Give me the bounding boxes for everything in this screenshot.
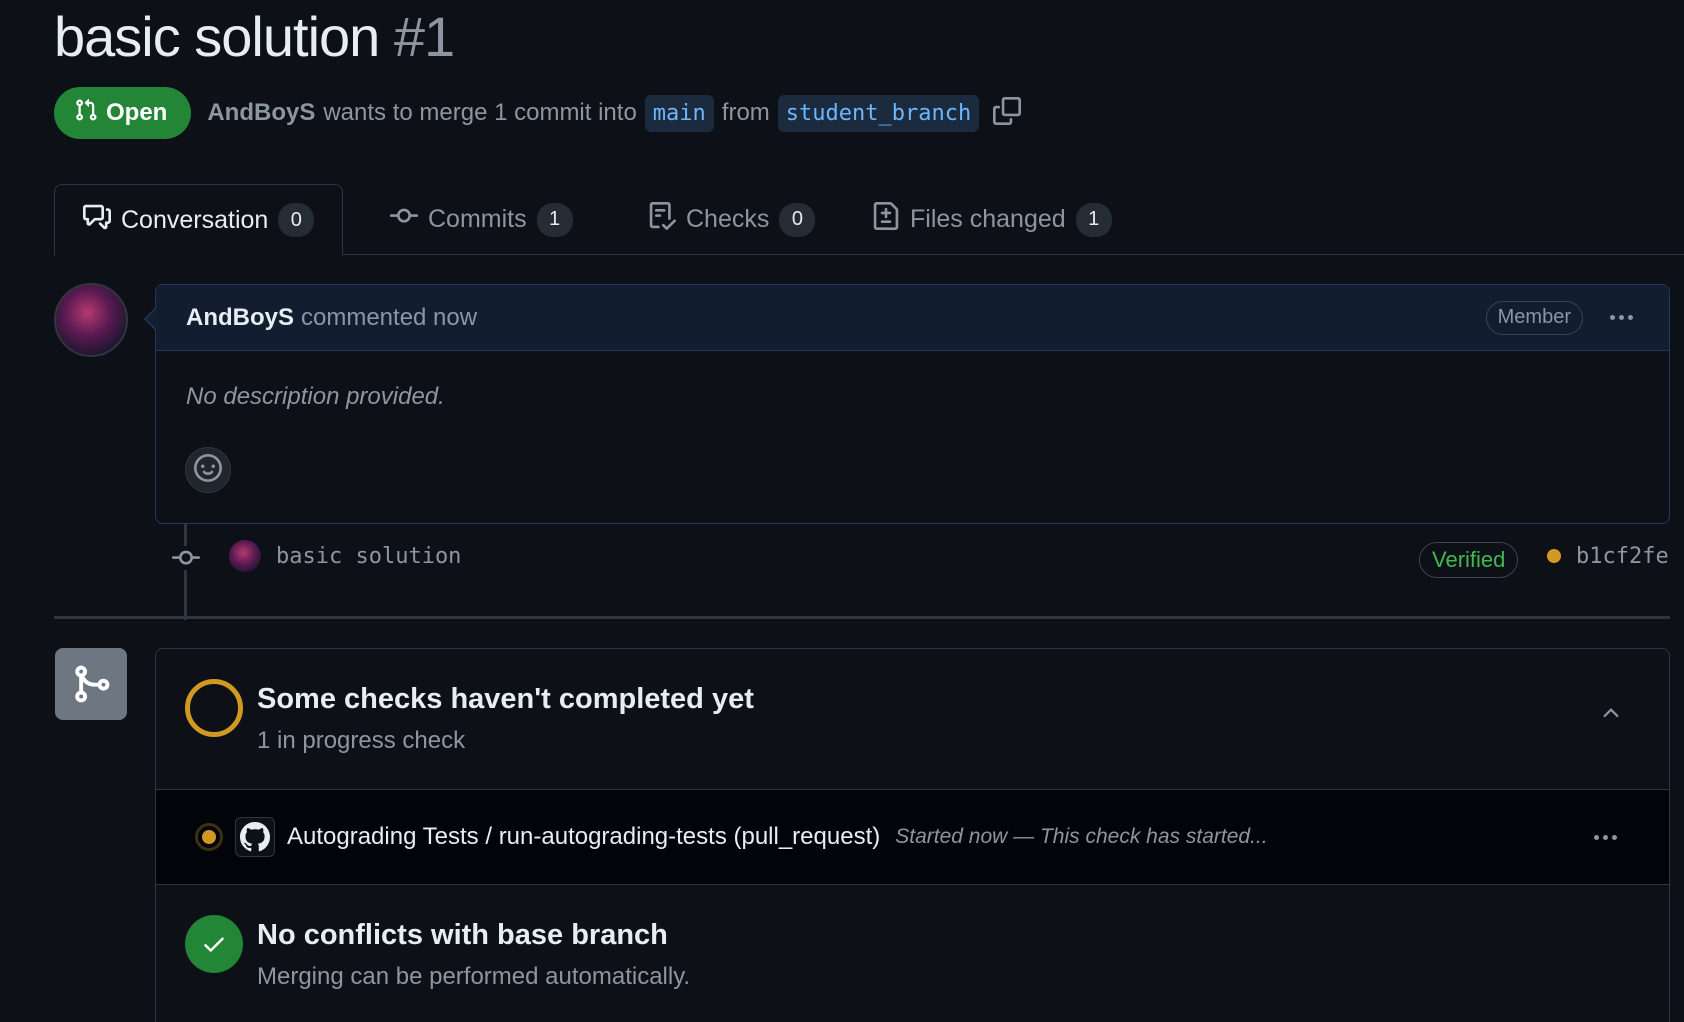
add-reaction-button[interactable]: [185, 447, 231, 493]
checks-title: Some checks haven't completed yet: [257, 683, 754, 715]
commit-message-link[interactable]: basic solution: [276, 544, 461, 569]
pending-status-icon: [185, 679, 243, 737]
kebab-dot: [1609, 315, 1615, 320]
kebab-dot: [1602, 834, 1608, 840]
check-icon: [185, 915, 243, 973]
tab-files-changed[interactable]: Files changed 1: [844, 184, 1140, 255]
git-commit-icon: [390, 202, 418, 237]
avatar[interactable]: [54, 283, 128, 357]
chevron-up-icon: [1599, 701, 1623, 730]
comment-author[interactable]: AndBoyS: [186, 304, 294, 332]
in-progress-icon: [195, 823, 223, 851]
tab-label: Conversation: [121, 205, 269, 234]
timeline-divider: [54, 616, 1670, 619]
tab-counter: 1: [1075, 202, 1112, 237]
tab-label: Commits: [428, 205, 527, 233]
git-pull-request-icon: [74, 98, 98, 129]
comment-action[interactable]: commented now: [301, 304, 477, 332]
git-commit-icon: [170, 546, 202, 570]
tab-counter: 1: [536, 202, 573, 237]
conflict-status: No conflicts with base branch Merging ca…: [156, 885, 1669, 1022]
state-badge: Open: [54, 87, 192, 139]
check-description: Started now — This check has started...: [895, 825, 1268, 848]
file-diff-icon: [872, 202, 900, 237]
pr-title: basic solution #1: [54, 4, 455, 69]
verified-badge[interactable]: Verified: [1419, 542, 1519, 578]
check-row[interactable]: Autograding Tests / run-autograding-test…: [156, 790, 1669, 885]
head-branch[interactable]: student_branch: [777, 94, 980, 132]
tab-conversation[interactable]: Conversation 0: [54, 184, 344, 256]
base-branch[interactable]: main: [644, 94, 714, 132]
commit-status-dot[interactable]: [1547, 549, 1561, 563]
tab-counter: 0: [278, 203, 315, 237]
check-name[interactable]: Autograding Tests / run-autograding-test…: [287, 823, 880, 851]
comment-discussion-icon: [83, 203, 111, 238]
tab-commits[interactable]: Commits 1: [362, 184, 601, 255]
role-badge: Member: [1485, 300, 1583, 335]
status-dot: [202, 830, 216, 844]
merge-info: AndBoyS wants to merge 1 commit into mai…: [207, 94, 980, 132]
pr-title-text: basic solution: [54, 5, 380, 68]
tab-counter: 0: [779, 202, 816, 237]
kebab-dot: [1611, 834, 1617, 840]
conflict-subtitle: Merging can be performed automatically.: [257, 963, 691, 990]
collapse-checks-button[interactable]: [1597, 701, 1625, 729]
comment-body: No description provided.: [186, 383, 445, 410]
pr-number: #1: [393, 5, 455, 68]
state-label: Open: [106, 99, 168, 126]
kebab-dot: [1627, 315, 1633, 320]
comment-box: AndBoyS commented now Member No descript…: [144, 284, 1670, 524]
merge-box: Some checks haven't completed yet 1 in p…: [155, 648, 1670, 1022]
commit-author-avatar[interactable]: [229, 540, 261, 572]
copy-icon: [993, 96, 1022, 130]
pr-meta: Open AndBoyS wants to merge 1 commit int…: [54, 87, 1023, 139]
pr-tabs: Conversation 0 Commits 1 Checks 0 Files …: [54, 184, 1684, 256]
comment-options-button[interactable]: [1603, 306, 1639, 330]
comment-header: AndBoyS commented now Member: [156, 285, 1669, 351]
smiley-icon: [194, 453, 222, 487]
github-logo-icon: [235, 817, 275, 857]
tab-label: Files changed: [910, 205, 1066, 233]
tab-label: Checks: [686, 205, 770, 233]
merge-text: wants to merge 1 commit into: [323, 99, 637, 126]
git-merge-icon: [55, 648, 127, 720]
tab-checks[interactable]: Checks 0: [620, 184, 843, 255]
copy-branch-button[interactable]: [991, 96, 1023, 130]
pr-author-link[interactable]: AndBoyS: [207, 99, 315, 127]
checks-subtitle: 1 in progress check: [257, 727, 466, 754]
checks-summary: Some checks haven't completed yet 1 in p…: [156, 649, 1669, 790]
kebab-dot: [1618, 315, 1624, 320]
checklist-icon: [648, 202, 677, 237]
kebab-dot: [1593, 834, 1599, 840]
timeline-line: [184, 524, 187, 620]
conflict-title: No conflicts with base branch: [257, 919, 668, 951]
commit-sha-link[interactable]: b1cf2fe: [1576, 544, 1669, 569]
check-options-button[interactable]: [1587, 825, 1623, 849]
from-text: from: [721, 99, 770, 126]
